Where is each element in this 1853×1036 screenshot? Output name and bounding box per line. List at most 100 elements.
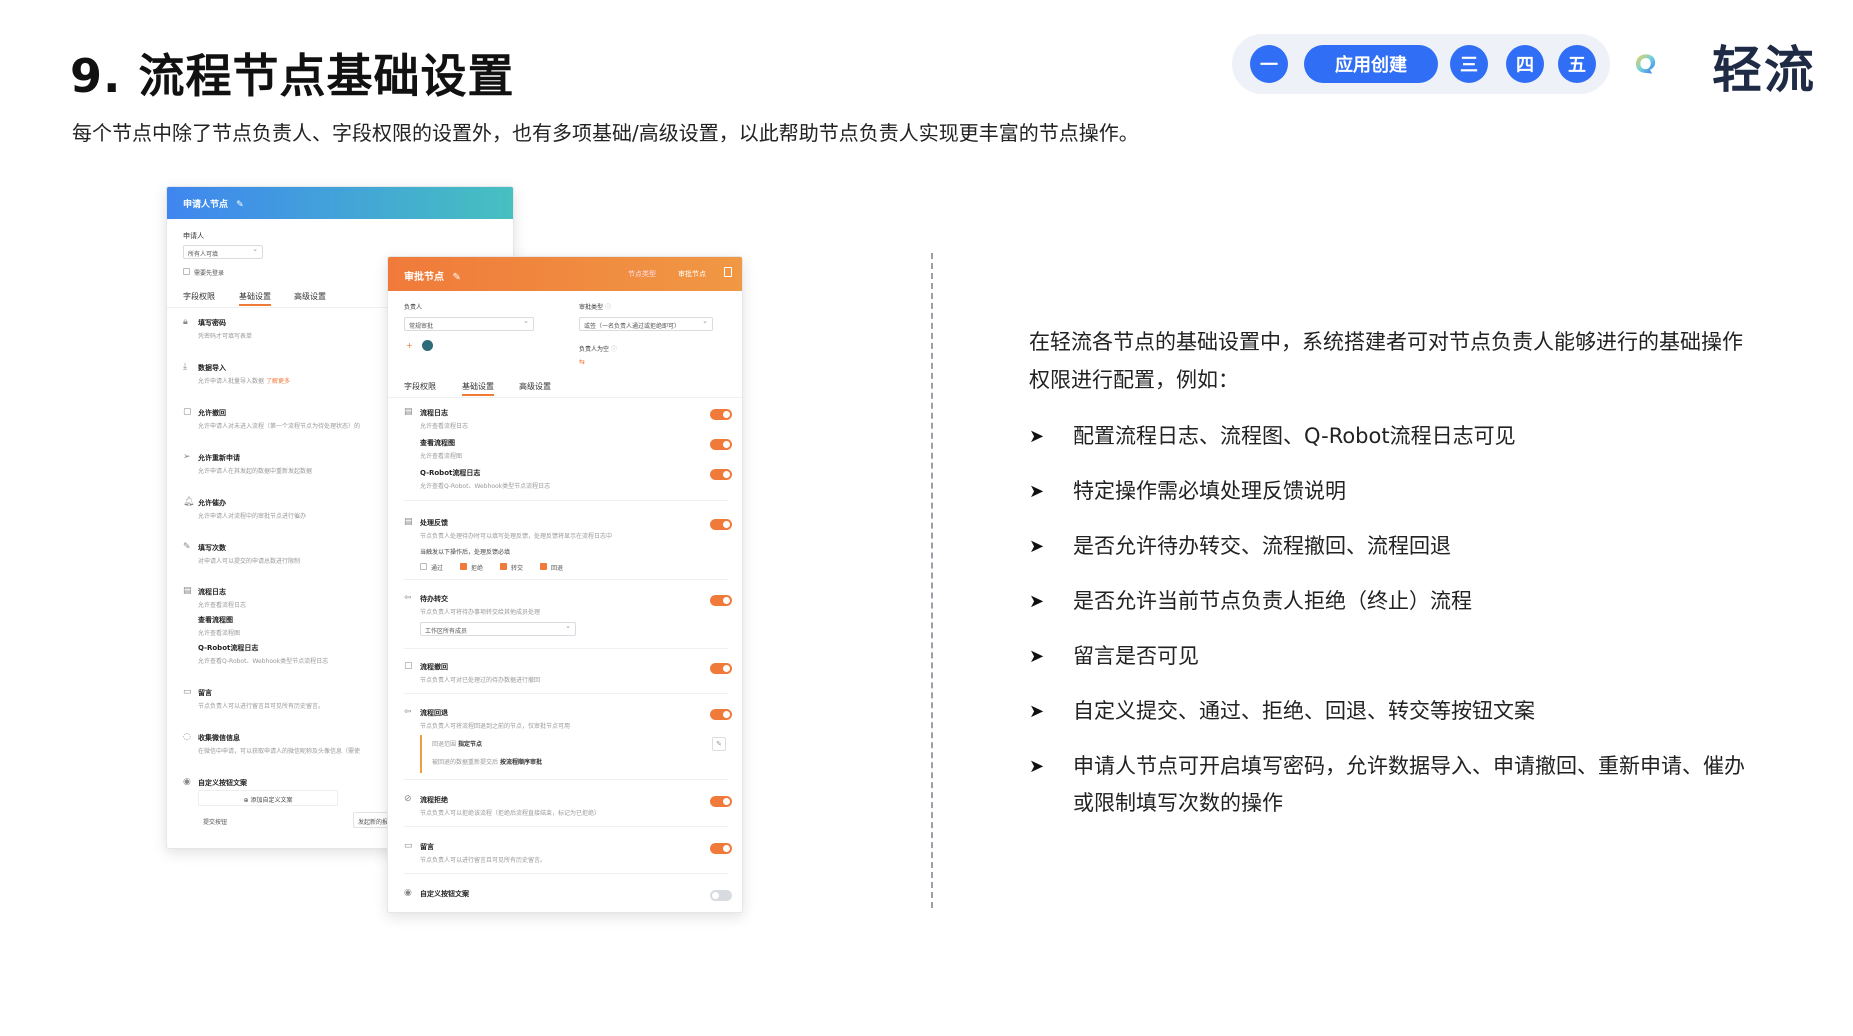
bullet-list: ➤ 配置流程日志、流程图、Q-Robot流程日志可见 ➤ 特定操作需必填处理反馈说明… bbox=[1029, 418, 1749, 840]
tab-field-permission[interactable]: 字段权限 bbox=[183, 291, 215, 302]
comment-toggle[interactable] bbox=[710, 843, 732, 854]
rollback-toggle[interactable] bbox=[710, 709, 732, 720]
log-icon: ▤ bbox=[183, 586, 192, 596]
rollback-checkbox[interactable] bbox=[540, 563, 547, 570]
swap-icon[interactable]: ⇆ bbox=[579, 358, 585, 366]
reject-checkbox[interactable] bbox=[460, 563, 467, 570]
arrow-icon: ➤ bbox=[1029, 426, 1045, 447]
log-title: 流程日志 bbox=[420, 409, 448, 417]
edit-icon[interactable]: ✎ bbox=[452, 272, 460, 283]
wechat-icon: ◌ bbox=[183, 732, 191, 742]
active-tab-underline bbox=[239, 304, 271, 306]
feedback-desc: 节点负责人处理待办时可以填写处理反馈，处理反馈将显示在流程日志中 bbox=[420, 533, 613, 540]
empty-owner-label: 负责人为空 ⓘ bbox=[579, 346, 617, 353]
item-desc: 允许查看Q-Robot、Webhook类型节点流程日志 bbox=[198, 658, 329, 665]
feedback-condition: 当触发以下操作后，处理反馈必填 bbox=[420, 549, 511, 556]
pass-checkbox[interactable] bbox=[420, 563, 427, 570]
bullet-item: ➤ 留言是否可见 bbox=[1029, 638, 1749, 675]
rollback-label: 回退 bbox=[551, 565, 564, 572]
transfer-title: 待办转交 bbox=[420, 595, 448, 603]
tab-advanced-settings[interactable]: 高级设置 bbox=[294, 291, 326, 302]
tab-field-permission[interactable]: 字段权限 bbox=[404, 381, 436, 392]
edit-count-icon: ✎ bbox=[183, 542, 191, 552]
custom-button-title: 自定义按钮文案 bbox=[420, 890, 469, 898]
owner-select[interactable]: 常规审批 bbox=[404, 317, 534, 331]
learn-more-link[interactable]: 了解更多 bbox=[266, 378, 290, 385]
tab-basic-settings[interactable]: 基础设置 bbox=[239, 291, 271, 302]
item-title: 自定义按钮文案 bbox=[198, 779, 247, 787]
panel-b-title: 审批节点 bbox=[404, 272, 444, 283]
step-3[interactable]: 三 bbox=[1450, 45, 1488, 83]
approval-node-panel: 审批节点 ✎ 节点类型 审批节点 负责人 常规审批 + 审批类型 ⓘ 或签（一名… bbox=[387, 256, 743, 913]
bullet-item: ➤ 配置流程日志、流程图、Q-Robot流程日志可见 bbox=[1029, 418, 1749, 455]
panel-a-title: 申请人节点 bbox=[183, 200, 229, 210]
log-desc: 允许查看流程日志 bbox=[420, 423, 469, 430]
transfer-toggle[interactable] bbox=[710, 595, 732, 606]
download-icon: ⤓ bbox=[183, 362, 187, 372]
comment-icon: ▭ bbox=[404, 841, 413, 851]
approve-type-label: 审批类型 ⓘ bbox=[579, 304, 611, 311]
item-title: 流程日志 bbox=[198, 588, 226, 596]
custom-button-icon: ◉ bbox=[404, 888, 412, 898]
applicant-select[interactable]: 所有人可填 bbox=[183, 245, 263, 259]
item-title: 允许重新申请 bbox=[198, 454, 240, 462]
transfer-checkbox[interactable] bbox=[500, 563, 507, 570]
arrow-icon: ➤ bbox=[1029, 591, 1045, 612]
approve-type-select[interactable]: 或签（一名负责人通过或拒绝即可） bbox=[579, 317, 713, 331]
submit-button-label: 提交按钮 bbox=[203, 819, 228, 826]
edit-icon[interactable]: ✎ bbox=[236, 200, 244, 210]
withdraw-toggle[interactable] bbox=[710, 663, 732, 674]
login-checkbox[interactable] bbox=[183, 268, 190, 275]
help-icon: ⓘ bbox=[610, 346, 617, 353]
step-1[interactable]: 一 bbox=[1250, 45, 1288, 83]
item-desc: 对申请人可以提交的申请总数进行限制 bbox=[198, 558, 301, 565]
qrobot-toggle[interactable] bbox=[710, 469, 732, 480]
qrobot-title: Q-Robot流程日志 bbox=[420, 469, 481, 477]
login-label: 需要先登录 bbox=[194, 270, 225, 277]
flowchart-toggle[interactable] bbox=[710, 439, 732, 450]
step-4[interactable]: 四 bbox=[1506, 45, 1544, 83]
qrobot-desc: 允许查看Q-Robot、Webhook类型节点流程日志 bbox=[420, 483, 551, 490]
rollback-icon: ⇦ bbox=[404, 707, 412, 717]
dashed-divider bbox=[931, 253, 933, 908]
rollback-desc: 节点负责人可将流程回退到之前的节点，仅审批节点可用 bbox=[420, 723, 571, 730]
arrow-icon: ➤ bbox=[1029, 701, 1045, 722]
send-icon: ➢ bbox=[183, 452, 191, 462]
custom-button-toggle[interactable] bbox=[710, 890, 732, 901]
slide-title: 9. 流程节点基础设置 bbox=[70, 49, 515, 103]
node-type-select[interactable]: 审批节点 bbox=[678, 269, 706, 279]
item-title: 留言 bbox=[198, 689, 212, 697]
help-icon: ⓘ bbox=[604, 304, 611, 311]
slide-subtitle: 每个节点中除了节点负责人、字段权限的设置外，也有多项基础/高级设置，以此帮助节点… bbox=[72, 121, 1139, 145]
arrow-icon: ➤ bbox=[1029, 756, 1045, 777]
node-type-label: 节点类型 bbox=[628, 270, 656, 278]
tab-advanced-settings[interactable]: 高级设置 bbox=[519, 381, 551, 392]
resubmit-label: 被回退的数据重新提交后 按流程顺序审批 bbox=[432, 759, 542, 766]
step-2-active[interactable]: 应用创建 bbox=[1304, 45, 1438, 83]
reject-title: 流程拒绝 bbox=[420, 796, 448, 804]
tab-basic-settings[interactable]: 基础设置 bbox=[462, 381, 494, 392]
add-custom-text-button[interactable]: ⊕ 添加自定义文案 bbox=[198, 790, 338, 806]
reject-toggle[interactable] bbox=[710, 796, 732, 807]
comment-desc: 节点负责人可以进行留言且可见所有历史留言。 bbox=[420, 857, 547, 864]
step-5[interactable]: 五 bbox=[1558, 45, 1596, 83]
delete-icon[interactable] bbox=[724, 267, 732, 277]
bell-icon: 🔔︎ bbox=[183, 497, 195, 507]
item-title: 收集微信信息 bbox=[198, 734, 240, 742]
add-owner-icon[interactable]: + bbox=[406, 341, 413, 350]
active-tab-underline bbox=[462, 394, 494, 396]
transfer-scope-select[interactable]: 工作区所有成员 bbox=[420, 622, 576, 636]
edit-rollback-icon[interactable]: ✎ bbox=[712, 737, 726, 751]
transfer-label: 转交 bbox=[511, 565, 524, 572]
lock-icon: 🔒︎ bbox=[183, 317, 188, 327]
owner-label: 负责人 bbox=[404, 304, 423, 311]
log-icon: ▤ bbox=[404, 407, 413, 417]
feedback-toggle[interactable] bbox=[710, 519, 732, 530]
bullet-item: ➤ 是否允许当前节点负责人拒绝（终止）流程 bbox=[1029, 583, 1749, 620]
item-desc: 在微信中申请，可以获取申请人的微信昵称及头像信息（需使 bbox=[198, 748, 361, 755]
arrow-icon: ➤ bbox=[1029, 646, 1045, 667]
rollback-title: 流程回退 bbox=[420, 709, 448, 717]
item-desc: 凭密码才可填写表单 bbox=[198, 333, 253, 340]
log-toggle[interactable] bbox=[710, 409, 732, 420]
logo-text: 轻流 bbox=[1712, 41, 1816, 99]
